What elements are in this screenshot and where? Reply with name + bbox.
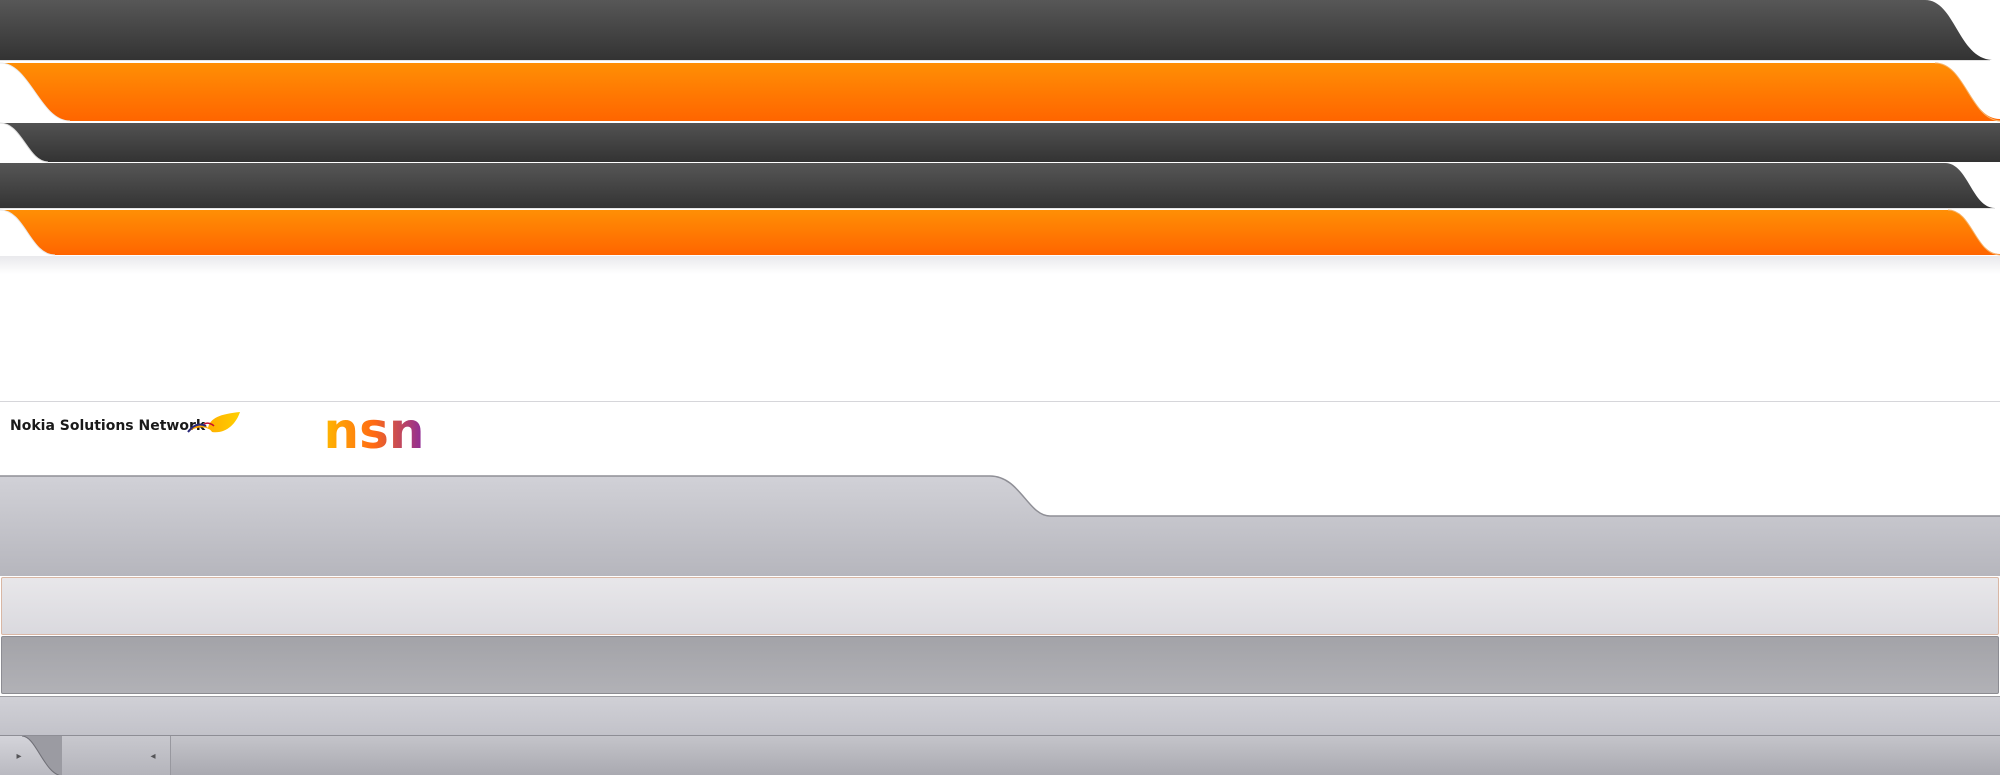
brand-header: Nokia Solutions Network nsn <box>0 402 2000 476</box>
brand-swoosh-icon <box>187 412 240 433</box>
light-bar <box>1 577 1999 635</box>
company-name: Nokia Solutions Network <box>10 418 206 434</box>
orange-band-bottom <box>0 208 2000 256</box>
orange-band-top <box>0 61 2000 123</box>
page: Nokia Solutions Network nsn ▸ ◂ <box>0 0 2000 775</box>
bottom-bar <box>0 696 2000 736</box>
dark-band-middle <box>0 122 2000 163</box>
mid-bar <box>1 636 1999 694</box>
footer-tab-strip: ▸ ◂ <box>0 735 2000 775</box>
band-shadow <box>0 256 2000 274</box>
scroll-left-button[interactable]: ◂ <box>146 749 160 763</box>
footer-tab[interactable] <box>0 736 62 775</box>
gray-tab-panel <box>0 474 2000 576</box>
dark-band-lower <box>0 163 2000 210</box>
nsn-logo: nsn <box>324 402 424 452</box>
scroll-right-button[interactable]: ▸ <box>12 749 26 763</box>
top-dark-band <box>0 0 2000 61</box>
nsn-logo-text: nsn <box>324 402 424 452</box>
